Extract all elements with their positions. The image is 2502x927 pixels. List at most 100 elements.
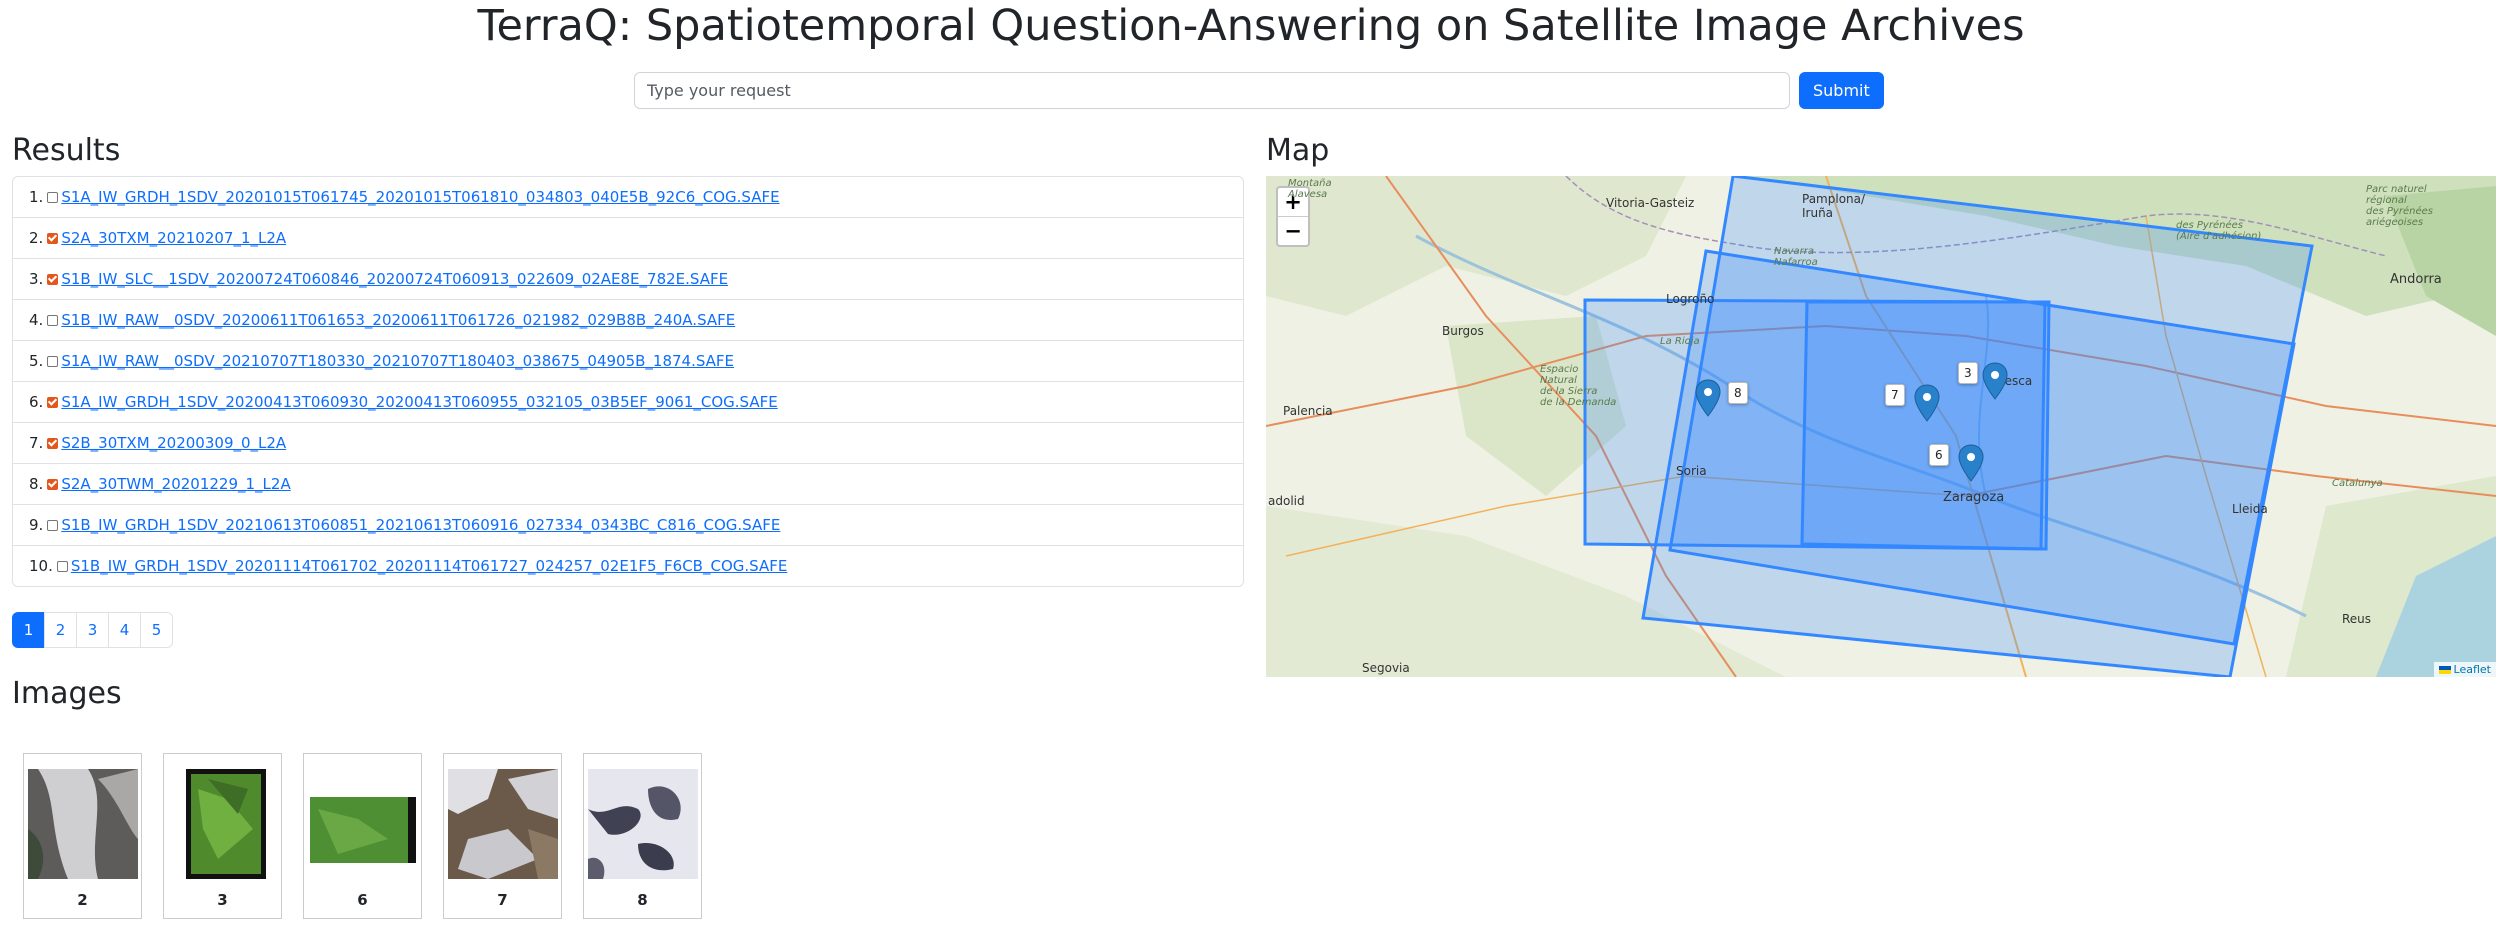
result-link[interactable]: S1A_IW_GRDH_1SDV_20200413T060930_2020041…	[61, 393, 777, 411]
result-checkbox[interactable]	[47, 355, 59, 367]
map-tiles	[1266, 176, 2496, 677]
image-label: 2	[77, 891, 88, 909]
map-label-andorra: Andorra	[2390, 272, 2442, 287]
image-card[interactable]: 8	[583, 753, 702, 919]
marker-tag: 8	[1728, 382, 1748, 404]
map-label-pyrenees-1: des Pyrénées (Aire d'adhésion)	[2176, 220, 2262, 242]
map-label-espacio-natural: Espacio Natural de la Sierra de la Deman…	[1540, 364, 1617, 408]
map-label-lleida: Lleida	[2232, 502, 2268, 516]
map-label-burgos: Burgos	[1442, 324, 1484, 338]
map-label-catalunya: Catalunya	[2332, 478, 2383, 489]
result-checkbox[interactable]	[47, 314, 59, 326]
page-title: TerraQ: Spatiotemporal Question-Answerin…	[477, 1, 2025, 51]
map-label-zaragoza: Zaragoza	[1943, 490, 2005, 505]
result-link[interactable]: S1B_IW_GRDH_1SDV_20201114T061702_2020111…	[71, 557, 787, 575]
map-label-logrono: Logroño	[1666, 292, 1715, 306]
image-card[interactable]: 3	[163, 753, 282, 919]
map-label-vitoria: Vitoria-Gasteiz	[1606, 196, 1695, 210]
result-link[interactable]: S1A_IW_GRDH_1SDV_20201015T061745_2020101…	[61, 188, 779, 206]
marker-tag: 3	[1958, 362, 1978, 384]
result-checkbox[interactable]	[47, 478, 59, 490]
result-checkbox[interactable]	[47, 273, 59, 285]
search-bar: Submit	[634, 72, 1884, 109]
attribution-link[interactable]: Leaflet	[2454, 663, 2491, 676]
marker-tag: 6	[1929, 444, 1949, 466]
map-label-segovia: Segovia	[1362, 661, 1410, 675]
marker-tag: 7	[1885, 384, 1905, 406]
ukraine-flag-icon	[2438, 666, 2451, 674]
list-item: 9. S1B_IW_GRDH_1SDV_20210613T060851_20210…	[13, 505, 1243, 546]
image-card[interactable]: 6	[303, 753, 422, 919]
map-label-soria: Soria	[1676, 464, 1707, 478]
result-number: 4.	[29, 311, 44, 329]
page-link-3[interactable]: 3	[76, 612, 109, 648]
result-checkbox[interactable]	[47, 437, 59, 449]
map-marker-icon[interactable]	[1982, 362, 2008, 400]
map-heading: Map	[1266, 133, 1330, 168]
result-checkbox[interactable]	[47, 191, 59, 203]
result-number: 8.	[29, 475, 44, 493]
result-number: 2.	[29, 229, 44, 247]
image-card[interactable]: 2	[23, 753, 142, 919]
satellite-thumbnail	[28, 769, 138, 879]
result-checkbox[interactable]	[47, 519, 59, 531]
map-marker-icon[interactable]	[1958, 444, 1984, 482]
image-card[interactable]: 7	[443, 753, 562, 919]
map-label-montana: Montaña Alavesa	[1288, 178, 1332, 200]
image-label: 7	[497, 891, 508, 909]
results-heading: Results	[12, 133, 121, 168]
result-number: 5.	[29, 352, 44, 370]
result-number: 6.	[29, 393, 44, 411]
results-list: 1. S1A_IW_GRDH_1SDV_20201015T061745_20201…	[12, 176, 1244, 587]
map-label-valladolid: adolid	[1268, 494, 1305, 508]
result-number: 7.	[29, 434, 44, 452]
result-link[interactable]: S1B_IW_SLC__1SDV_20200724T060846_2020072…	[61, 270, 728, 288]
map-label-palencia: Palencia	[1283, 404, 1333, 418]
result-checkbox[interactable]	[47, 232, 59, 244]
page-link-4[interactable]: 4	[108, 612, 141, 648]
map-label-pamplona: Pamplona/ Iruña	[1802, 192, 1866, 220]
map-marker-icon[interactable]	[1695, 379, 1721, 417]
images-heading: Images	[12, 676, 122, 711]
result-number: 3.	[29, 270, 44, 288]
result-checkbox[interactable]	[47, 396, 59, 408]
satellite-thumbnail	[168, 769, 278, 879]
satellite-thumbnail	[588, 769, 698, 879]
list-item: 4. S1B_IW_RAW__0SDV_20200611T061653_20200…	[13, 300, 1243, 341]
list-item: 7. S2B_30TXM_20200309_0_L2A	[13, 423, 1243, 464]
result-link[interactable]: S1B_IW_RAW__0SDV_20200611T061653_2020061…	[61, 311, 735, 329]
list-item: 2. S2A_30TXM_20210207_1_L2A	[13, 218, 1243, 259]
search-input[interactable]	[634, 72, 1790, 109]
image-label: 6	[357, 891, 368, 909]
list-item: 6. S1A_IW_GRDH_1SDV_20200413T060930_20200…	[13, 382, 1243, 423]
map-marker-icon[interactable]	[1914, 384, 1940, 422]
page-link-1[interactable]: 1	[12, 612, 45, 648]
satellite-thumbnail	[448, 769, 558, 879]
map-label-navarra: Navarra Nafarroa	[1774, 246, 1818, 268]
result-link[interactable]: S2A_30TWM_20201229_1_L2A	[61, 475, 290, 493]
list-item: 5. S1A_IW_RAW__0SDV_20210707T180330_20210…	[13, 341, 1243, 382]
result-link[interactable]: S1B_IW_GRDH_1SDV_20210613T060851_2021061…	[61, 516, 780, 534]
result-number: 1.	[29, 188, 44, 206]
result-link[interactable]: S1A_IW_RAW__0SDV_20210707T180330_2021070…	[61, 352, 734, 370]
submit-button[interactable]: Submit	[1799, 72, 1884, 109]
pagination: 1 2 3 4 5	[12, 612, 173, 648]
zoom-out-button[interactable]: −	[1278, 217, 1308, 245]
page-link-5[interactable]: 5	[140, 612, 173, 648]
image-label: 8	[637, 891, 648, 909]
list-item: 3. S1B_IW_SLC__1SDV_20200724T060846_20200…	[13, 259, 1243, 300]
map-label-reus: Reus	[2342, 612, 2372, 626]
result-checkbox[interactable]	[56, 560, 68, 572]
map-label-la-rioja: La Rioja	[1660, 336, 1700, 347]
result-number: 10.	[29, 557, 53, 575]
result-link[interactable]: S2A_30TXM_20210207_1_L2A	[61, 229, 286, 247]
list-item: 10. S1B_IW_GRDH_1SDV_20201114T061702_2020…	[13, 546, 1243, 586]
map-label-pyrenees-2: Parc naturel régional des Pyrénées ariég…	[2366, 184, 2433, 228]
map-attribution[interactable]: Leaflet	[2433, 662, 2496, 677]
page-link-2[interactable]: 2	[44, 612, 77, 648]
list-item: 1. S1A_IW_GRDH_1SDV_20201015T061745_20201…	[13, 177, 1243, 218]
result-link[interactable]: S2B_30TXM_20200309_0_L2A	[61, 434, 286, 452]
images-gallery: 2 3 6 7 8	[23, 753, 702, 919]
image-label: 3	[217, 891, 228, 909]
map-view[interactable]: + − Vitoria-Gasteiz Pamplona/ Iruña Nava…	[1266, 176, 2496, 677]
